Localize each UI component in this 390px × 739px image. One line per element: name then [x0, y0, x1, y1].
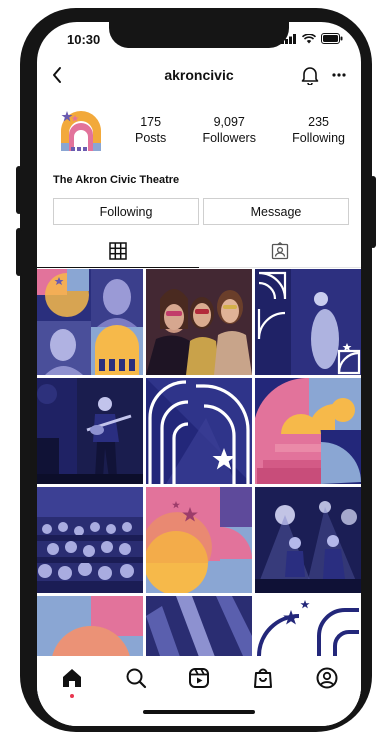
- profile-header: 175 Posts 9,097 Followers 235 Following: [37, 102, 361, 172]
- post-tile[interactable]: [37, 269, 143, 375]
- post-tile[interactable]: [255, 269, 361, 375]
- grid-icon: [109, 241, 127, 260]
- posts-label: Posts: [135, 131, 167, 145]
- more-options-icon[interactable]: [331, 65, 347, 85]
- post-tile[interactable]: [37, 378, 143, 484]
- followers-label: Followers: [202, 131, 256, 145]
- profile-icon[interactable]: [315, 666, 339, 690]
- posts-grid: [37, 269, 361, 702]
- home-icon[interactable]: [60, 666, 84, 690]
- top-bar: akroncivic: [37, 64, 361, 90]
- volume-down-button: [16, 228, 22, 276]
- posts-stat[interactable]: 175 Posts: [135, 114, 166, 146]
- phone-screen: 10:30 akroncivic 175 Posts 9,097 Followe…: [37, 22, 361, 726]
- following-stat[interactable]: 235 Following: [292, 114, 345, 146]
- power-button: [370, 176, 376, 248]
- following-label: Following: [292, 131, 345, 145]
- wifi-icon: [302, 33, 316, 43]
- followers-stat[interactable]: 9,097 Followers: [202, 114, 256, 146]
- bottom-navigation: [37, 656, 361, 726]
- tab-posts[interactable]: [37, 234, 199, 268]
- tagged-icon: [271, 241, 289, 259]
- message-button[interactable]: Message: [203, 198, 349, 225]
- tab-tagged[interactable]: [199, 234, 361, 268]
- volume-up-button: [16, 166, 22, 214]
- profile-actions: Following Message: [53, 198, 349, 225]
- following-button[interactable]: Following: [53, 198, 199, 225]
- battery-icon: [321, 33, 343, 44]
- reels-icon[interactable]: [187, 666, 211, 690]
- post-tile[interactable]: [146, 487, 252, 593]
- post-tile[interactable]: [146, 269, 252, 375]
- posts-count: 175: [140, 115, 162, 129]
- post-tile[interactable]: [37, 487, 143, 593]
- post-tile[interactable]: [146, 378, 252, 484]
- status-time: 10:30: [67, 32, 101, 47]
- following-count: 235: [308, 115, 329, 129]
- signal-icon: [281, 33, 296, 44]
- followers-count: 9,097: [213, 115, 245, 129]
- active-indicator-dot: [70, 694, 74, 698]
- home-indicator: [143, 710, 255, 714]
- profile-stats: 175 Posts 9,097 Followers 235 Following: [135, 114, 345, 146]
- shop-icon[interactable]: [251, 666, 275, 690]
- search-icon[interactable]: [124, 666, 148, 690]
- profile-tabs: [37, 234, 361, 268]
- post-tile[interactable]: [255, 378, 361, 484]
- avatar[interactable]: [55, 107, 107, 159]
- display-name: The Akron Civic Theatre: [53, 174, 180, 186]
- status-bar: 10:30: [37, 30, 361, 48]
- post-tile[interactable]: [255, 487, 361, 593]
- bell-icon[interactable]: [301, 65, 319, 85]
